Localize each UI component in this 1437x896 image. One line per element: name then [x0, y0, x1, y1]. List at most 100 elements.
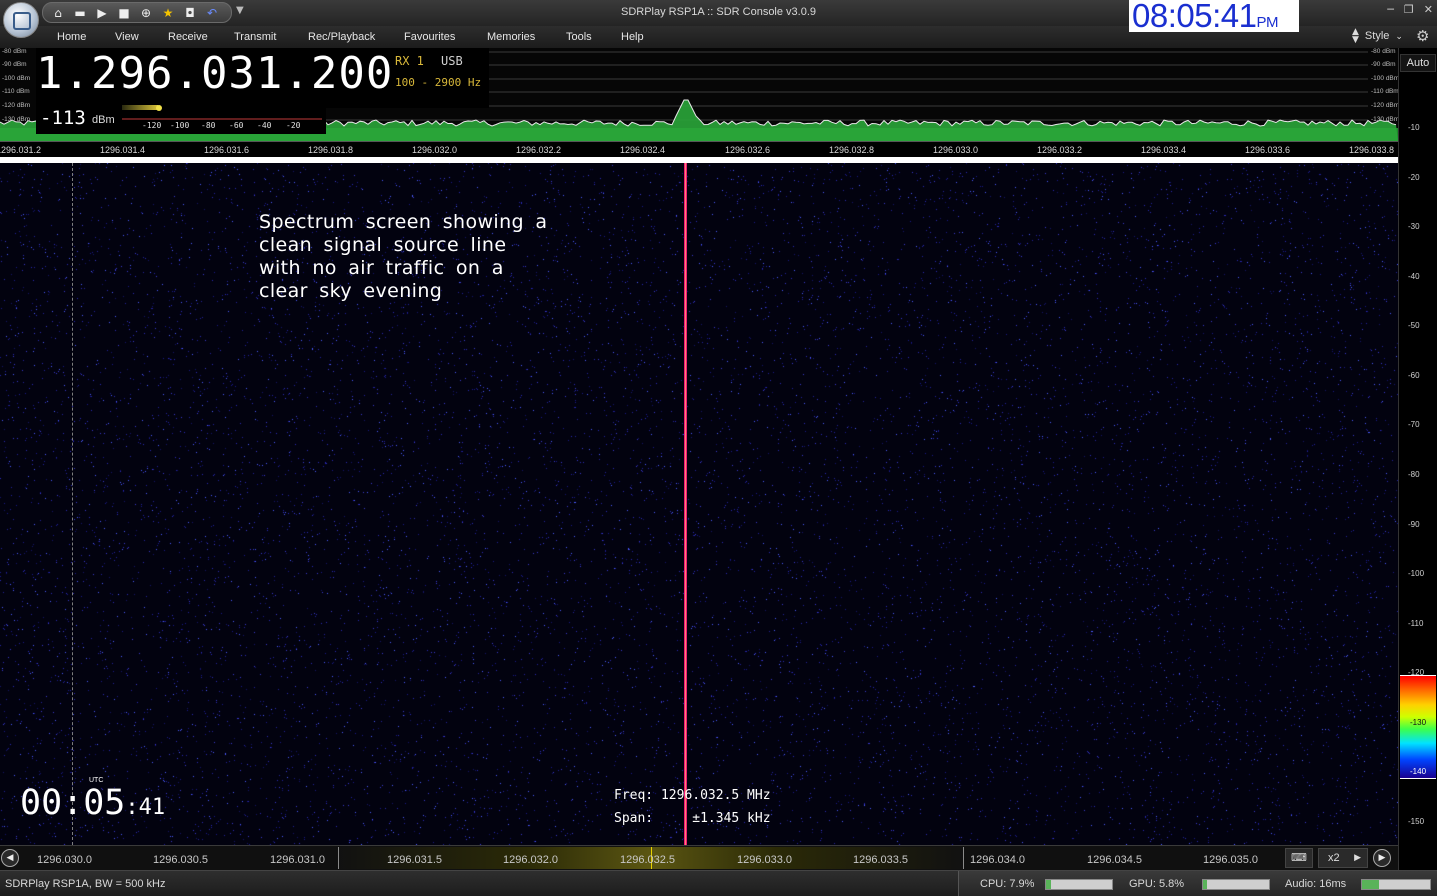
scale-label: 1296.033.0 [933, 145, 979, 155]
menu-help[interactable]: Help [621, 31, 644, 43]
scroll-left-icon[interactable]: ◀ [1, 849, 19, 867]
scale-label: 1296.032.8 [829, 145, 875, 155]
receiver-id: RX 1 [395, 54, 424, 68]
restore-icon[interactable]: ❐ [1404, 3, 1414, 16]
menu-view[interactable]: View [115, 31, 139, 43]
menu-favourites[interactable]: Favourites [404, 31, 455, 43]
cursor-freq-value: 1296.032.5 MHz [660, 788, 771, 803]
db-label: -100 [1408, 569, 1425, 578]
db-label: -110 [1408, 619, 1424, 628]
band-label: 1296.034.0 [970, 854, 1026, 866]
dbm-label-left: -130 dBm [2, 116, 31, 123]
filter-bandwidth: 100 - 2900 Hz [395, 76, 482, 89]
signal-trace-core [685, 163, 686, 845]
band-label: 1296.030.0 [37, 854, 93, 866]
vfo-frequency[interactable]: 1.296.031.200 [36, 48, 393, 99]
band-label: 1296.035.0 [1203, 854, 1259, 866]
db-label: -40 [1408, 272, 1420, 281]
app-menu-button[interactable] [3, 2, 39, 38]
scale-label: 1296.033.4 [1141, 145, 1187, 155]
dbm-label-left: -80 dBm [2, 48, 27, 55]
colour-scale-bar[interactable] [1400, 675, 1436, 779]
frequency-scale[interactable]: 1296.031.2 1296.031.4 1296.031.6 1296.03… [0, 141, 1398, 157]
cursor-freq-label: Freq: [614, 788, 654, 803]
scale-label: 1296.031.8 [308, 145, 354, 155]
gear-icon[interactable]: ⚙ [1416, 27, 1429, 45]
close-icon[interactable]: ✕ [1424, 3, 1433, 16]
waterfall-noise [0, 163, 1398, 845]
device-status: SDRPlay RSP1A, BW = 500 kHz [5, 878, 166, 890]
band-label: 1296.033.0 [737, 854, 793, 866]
menu-home[interactable]: Home [57, 31, 86, 43]
menu-rec-playback[interactable]: Rec/Playback [308, 31, 375, 43]
scale-label: 1296.031.2 [0, 145, 42, 155]
demod-mode[interactable]: USB [441, 54, 463, 68]
band-label: 1296.032.0 [503, 854, 559, 866]
cursor-span-value: ±1.345 kHz [692, 811, 771, 826]
cpu-usage: CPU: 7.9% [980, 878, 1035, 890]
band-label: 1296.032.5 [620, 854, 676, 866]
dbm-label-right: -100 dBm [1371, 75, 1400, 82]
zoom-button[interactable]: x2 ▶ [1318, 848, 1368, 868]
up-down-icon: ▲ ▼ [1352, 27, 1359, 45]
audio-latency: Audio: 16ms [1285, 878, 1347, 890]
db-label: -150 [1408, 817, 1425, 826]
style-selector[interactable]: ▲ ▼ Style ⌄ [1352, 27, 1403, 45]
scale-label: 1296.033.2 [1037, 145, 1083, 155]
db-label: -10 [1408, 123, 1420, 132]
scale-label: 1296.033.8 [1349, 145, 1395, 155]
band-label: 1296.031.5 [387, 854, 443, 866]
sdr-console-window: ⌂ ▬ ▶ ■ ⊕ ★ ◘ ↶ ▼ SDRPlay RSP1A :: SDR C… [0, 0, 1437, 896]
gpu-meter-fill [1203, 880, 1207, 889]
colorbar-label: -140 [1410, 767, 1427, 776]
audio-meter-fill [1362, 880, 1379, 889]
dbm-label-left: -90 dBm [2, 61, 27, 68]
window-controls: ─ ❐ ✕ [1387, 3, 1433, 16]
cursor-span-label: Span: [614, 811, 654, 826]
band-label: 1296.033.5 [853, 854, 909, 866]
cursor-info: Freq: 1296.032.5 MHz Span: ±1.345 kHz [614, 784, 771, 830]
waterfall-display[interactable] [0, 163, 1398, 845]
dbm-label-right: -110 dBm [1371, 88, 1399, 95]
db-label: -60 [1408, 371, 1420, 380]
dbm-label-right: -120 dBm [1371, 102, 1400, 109]
dbm-label-right: -80 dBm [1371, 48, 1396, 55]
scale-label: 1296.031.6 [204, 145, 250, 155]
gpu-meter [1202, 879, 1270, 890]
clock-ampm: PM [1256, 14, 1278, 31]
utc-hours-minutes: 00:05 [20, 783, 126, 823]
utc-clock: 00:05:41 [20, 783, 165, 823]
dbm-label-left: -100 dBm [2, 75, 31, 82]
clock-time: 08:05:41 [1132, 0, 1257, 34]
smeter-scale-label: -40 [257, 121, 272, 130]
annotation-note: Spectrum screen showing a clean signal s… [259, 211, 548, 302]
scale-label: 1296.032.2 [516, 145, 562, 155]
clock-display: 08:05:41PM [1129, 0, 1299, 32]
app-logo-icon [13, 12, 31, 30]
db-label: -90 [1408, 520, 1420, 529]
db-label: -20 [1408, 173, 1420, 182]
dbm-label-left: -110 dBm [2, 88, 30, 95]
utc-seconds: :41 [125, 795, 166, 820]
audio-meter [1361, 879, 1431, 890]
smeter-scale-label: -60 [229, 121, 244, 130]
signal-unit: dBm [92, 114, 115, 126]
menu-transmit[interactable]: Transmit [234, 31, 276, 43]
auto-button[interactable]: Auto [1400, 54, 1436, 72]
scale-label: 1296.033.6 [1245, 145, 1291, 155]
smeter-scale-label: -100 [170, 121, 190, 130]
db-label: -50 [1408, 321, 1420, 330]
gpu-usage: GPU: 5.8% [1129, 878, 1185, 890]
cpu-meter-fill [1046, 880, 1052, 889]
keyboard-icon[interactable]: ⌨ [1285, 848, 1313, 868]
style-label: Style [1364, 30, 1390, 42]
scroll-right-icon[interactable]: ▶ [1373, 849, 1391, 867]
menu-tools[interactable]: Tools [566, 31, 592, 43]
minimize-icon[interactable]: ─ [1387, 3, 1394, 16]
dbm-label-right: -130 dBm [1371, 116, 1400, 123]
colorbar-label: -130 [1410, 718, 1427, 727]
scale-label: 1296.032.6 [725, 145, 771, 155]
menu-memories[interactable]: Memories [487, 31, 535, 43]
menu-receive[interactable]: Receive [168, 31, 208, 43]
band-label: 1296.034.5 [1087, 854, 1143, 866]
